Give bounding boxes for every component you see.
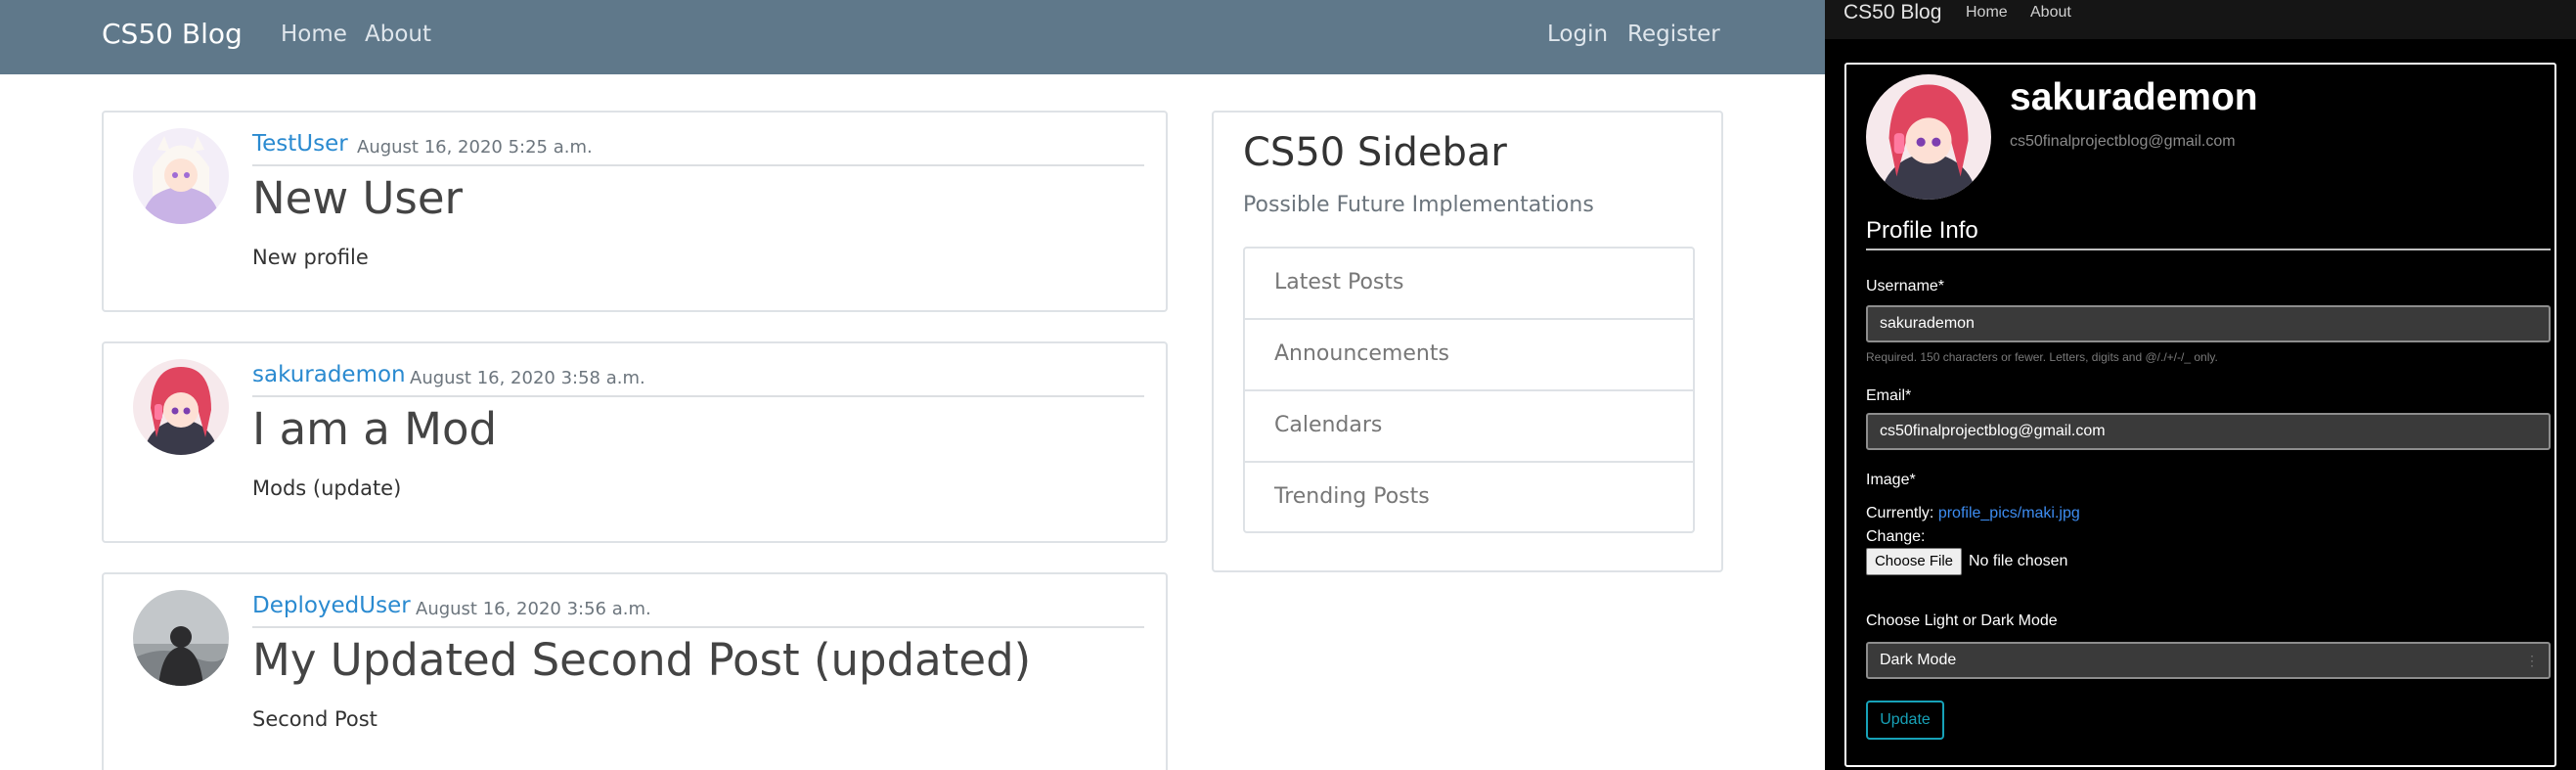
avatar — [133, 590, 229, 686]
nav-login-link[interactable]: Login — [1547, 22, 1608, 47]
post-content: New profile — [252, 246, 369, 269]
post-content: Mods (update) — [252, 476, 402, 500]
profile-email: cs50finalprojectblog@gmail.com — [2010, 133, 2236, 150]
username-field[interactable]: sakurademon — [1866, 305, 2551, 342]
sidebar: CS50 Sidebar Possible Future Implementat… — [1212, 111, 1723, 572]
post-title-link[interactable]: My Updated Second Post (updated) — [252, 634, 1031, 686]
divider — [252, 395, 1144, 397]
nav-home-link[interactable]: Home — [281, 22, 347, 47]
sidebar-list: Latest Posts Announcements Calendars Tre… — [1243, 247, 1695, 533]
email-field[interactable]: cs50finalprojectblog@gmail.com — [1866, 413, 2551, 450]
nav-about-link[interactable]: About — [365, 22, 431, 47]
blog-home-light: CS50 Blog Home About Login Register Test… — [0, 0, 1825, 770]
post-author-link[interactable]: DeployedUser — [252, 593, 411, 618]
current-image-link[interactable]: profile_pics/maki.jpg — [1938, 505, 2080, 521]
post-title-link[interactable]: I am a Mod — [252, 403, 497, 455]
sidebar-item-latest-posts[interactable]: Latest Posts — [1245, 249, 1693, 320]
sidebar-item-announcements[interactable]: Announcements — [1245, 320, 1693, 391]
post-date: August 16, 2020 5:25 a.m. — [357, 137, 593, 158]
post-author-link[interactable]: TestUser — [252, 131, 348, 157]
nav-home-link[interactable]: Home — [1966, 4, 2008, 22]
username-label: Username* — [1866, 278, 1945, 294]
currently-label: Currently: — [1866, 505, 1934, 521]
chevron-down-icon: ⋮ — [2525, 653, 2539, 668]
update-button[interactable]: Update — [1866, 701, 1944, 740]
avatar — [133, 359, 229, 455]
image-label: Image* — [1866, 472, 1916, 488]
profile-card: sakurademon cs50finalprojectblog@gmail.c… — [1844, 63, 2556, 767]
avatar — [1866, 74, 1991, 200]
nav-register-link[interactable]: Register — [1627, 22, 1720, 47]
post-card: sakurademon August 16, 2020 3:58 a.m. I … — [102, 341, 1168, 543]
section-title: Profile Info — [1866, 217, 1978, 244]
mode-label: Choose Light or Dark Mode — [1866, 612, 2058, 629]
current-image: Currently: profile_pics/maki.jpg — [1866, 505, 2080, 522]
sidebar-item-trending-posts[interactable]: Trending Posts — [1245, 463, 1693, 531]
sidebar-title: CS50 Sidebar — [1243, 130, 1507, 175]
mode-select-value: Dark Mode — [1880, 652, 1957, 668]
profile-username: sakurademon — [2010, 76, 2258, 118]
profile-page-dark: CS50 Blog Home About sakurademon cs50fin… — [1825, 0, 2576, 770]
username-help-text: Required. 150 characters or fewer. Lette… — [1866, 350, 2218, 364]
divider — [252, 626, 1144, 628]
divider — [1866, 249, 2551, 250]
mode-select[interactable]: Dark Mode ⋮ — [1866, 642, 2551, 679]
post-card: TestUser August 16, 2020 5:25 a.m. New U… — [102, 111, 1168, 312]
file-status: No file chosen — [1969, 553, 2068, 569]
brand-link[interactable]: CS50 Blog — [1843, 1, 1941, 24]
sidebar-subtitle: Possible Future Implementations — [1243, 193, 1594, 217]
choose-file-button[interactable]: Choose File — [1866, 548, 1962, 575]
avatar — [133, 128, 229, 224]
navbar: CS50 Blog Home About — [1825, 0, 2576, 39]
nav-about-link[interactable]: About — [2030, 4, 2071, 22]
post-date: August 16, 2020 3:56 a.m. — [416, 599, 651, 619]
post-content: Second Post — [252, 707, 378, 731]
change-label: Change: — [1866, 528, 1926, 545]
post-title-link[interactable]: New User — [252, 172, 463, 224]
sidebar-item-calendars[interactable]: Calendars — [1245, 391, 1693, 463]
email-label: Email* — [1866, 387, 1912, 404]
post-date: August 16, 2020 3:58 a.m. — [410, 368, 645, 388]
post-card: DeployedUser August 16, 2020 3:56 a.m. M… — [102, 572, 1168, 770]
post-author-link[interactable]: sakurademon — [252, 362, 406, 387]
navbar: CS50 Blog Home About Login Register — [0, 0, 1825, 74]
brand-link[interactable]: CS50 Blog — [102, 18, 243, 50]
divider — [252, 164, 1144, 166]
